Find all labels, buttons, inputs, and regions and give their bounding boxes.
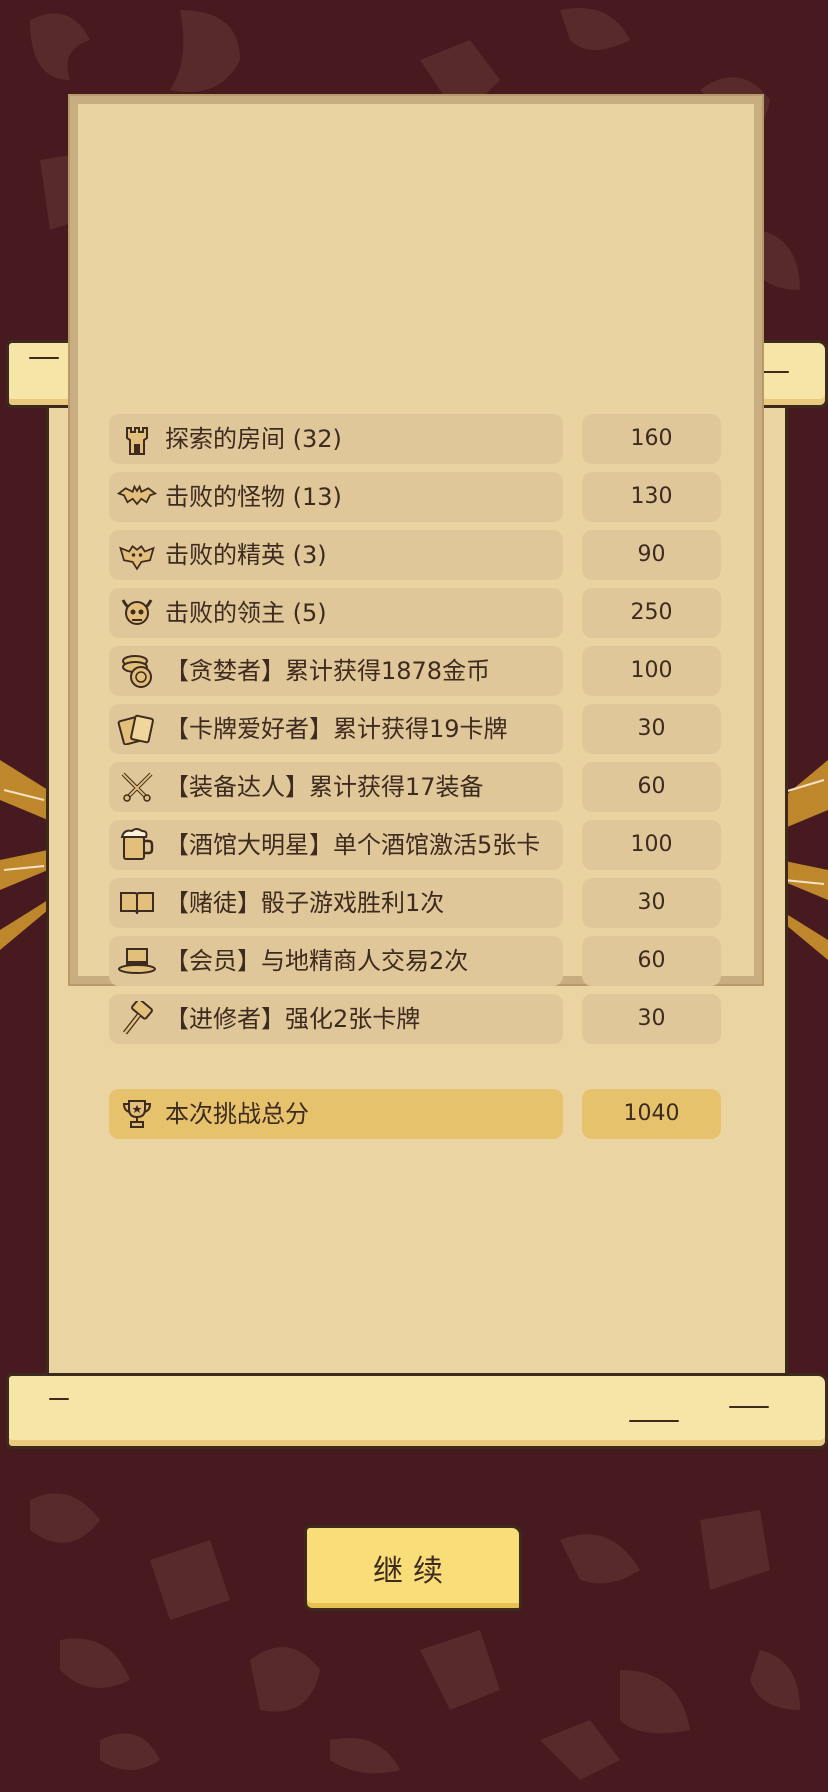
score-row: 击败的精英 (3) 90	[109, 530, 721, 580]
row-label: 本次挑战总分	[165, 1100, 309, 1128]
continue-button[interactable]: 继续	[304, 1525, 522, 1611]
row-value: 130	[582, 472, 721, 522]
score-row: 击败的怪物 (13) 130	[109, 472, 721, 522]
score-row: 【贪婪者】累计获得1878金币 100	[109, 646, 721, 696]
total-score-row: 本次挑战总分 1040	[109, 1089, 721, 1139]
tower-icon	[117, 421, 157, 457]
top-hat-icon	[117, 943, 157, 979]
row-label: 【装备达人】累计获得17装备	[165, 773, 484, 801]
row-label-pill: 击败的领主 (5)	[109, 588, 563, 638]
score-row: 【会员】与地精商人交易2次 60	[109, 936, 721, 986]
row-label: 【会员】与地精商人交易2次	[165, 947, 469, 975]
scroll-bottom-rod	[6, 1373, 828, 1449]
horned-skull-icon	[117, 595, 157, 631]
row-label: 探索的房间 (32)	[165, 425, 342, 453]
row-label: 【卡牌爱好者】累计获得19卡牌	[165, 715, 508, 743]
row-label-pill: 击败的怪物 (13)	[109, 472, 563, 522]
row-value: 30	[582, 704, 721, 754]
row-value: 60	[582, 762, 721, 812]
hammer-icon	[117, 1001, 157, 1037]
trophy-icon	[117, 1096, 157, 1132]
beer-mug-icon	[117, 827, 157, 863]
row-label-pill: 【贪婪者】累计获得1878金币	[109, 646, 563, 696]
row-label: 【进修者】强化2张卡牌	[165, 1005, 421, 1033]
score-row: 【赌徒】骰子游戏胜利1次 30	[109, 878, 721, 928]
score-row: 【进修者】强化2张卡牌 30	[109, 994, 721, 1044]
row-label-pill: 探索的房间 (32)	[109, 414, 563, 464]
row-label: 击败的领主 (5)	[165, 599, 327, 627]
row-label-pill: 【赌徒】骰子游戏胜利1次	[109, 878, 563, 928]
row-label: 【酒馆大明星】单个酒馆激活5张卡	[165, 831, 541, 859]
row-label: 【赌徒】骰子游戏胜利1次	[165, 889, 445, 917]
crossed-swords-icon	[117, 769, 157, 805]
row-label-pill: 【酒馆大明星】单个酒馆激活5张卡	[109, 820, 563, 870]
row-label: 【贪婪者】累计获得1878金币	[165, 657, 491, 685]
row-label-pill: 【卡牌爱好者】累计获得19卡牌	[109, 704, 563, 754]
row-label-pill: 本次挑战总分	[109, 1089, 563, 1139]
row-label-pill: 【装备达人】累计获得17装备	[109, 762, 563, 812]
row-value: 250	[582, 588, 721, 638]
score-row: 击败的领主 (5) 250	[109, 588, 721, 638]
score-row: 【卡牌爱好者】累计获得19卡牌 30	[109, 704, 721, 754]
row-value: 100	[582, 646, 721, 696]
row-label: 击败的精英 (3)	[165, 541, 327, 569]
open-book-icon	[117, 885, 157, 921]
coins-icon	[117, 653, 157, 689]
row-value: 30	[582, 994, 721, 1044]
row-value: 30	[582, 878, 721, 928]
score-row: 【装备达人】累计获得17装备 60	[109, 762, 721, 812]
row-value: 100	[582, 820, 721, 870]
row-label-pill: 【进修者】强化2张卡牌	[109, 994, 563, 1044]
score-row: 【酒馆大明星】单个酒馆激活5张卡 100	[109, 820, 721, 870]
bat-icon	[117, 479, 157, 515]
row-label-pill: 击败的精英 (3)	[109, 530, 563, 580]
row-value: 60	[582, 936, 721, 986]
row-label: 击败的怪物 (13)	[165, 483, 342, 511]
cards-icon	[117, 711, 157, 747]
row-value: 1040	[582, 1089, 721, 1139]
row-value: 160	[582, 414, 721, 464]
demon-bat-icon	[117, 537, 157, 573]
row-label-pill: 【会员】与地精商人交易2次	[109, 936, 563, 986]
score-row: 探索的房间 (32) 160	[109, 414, 721, 464]
row-value: 90	[582, 530, 721, 580]
